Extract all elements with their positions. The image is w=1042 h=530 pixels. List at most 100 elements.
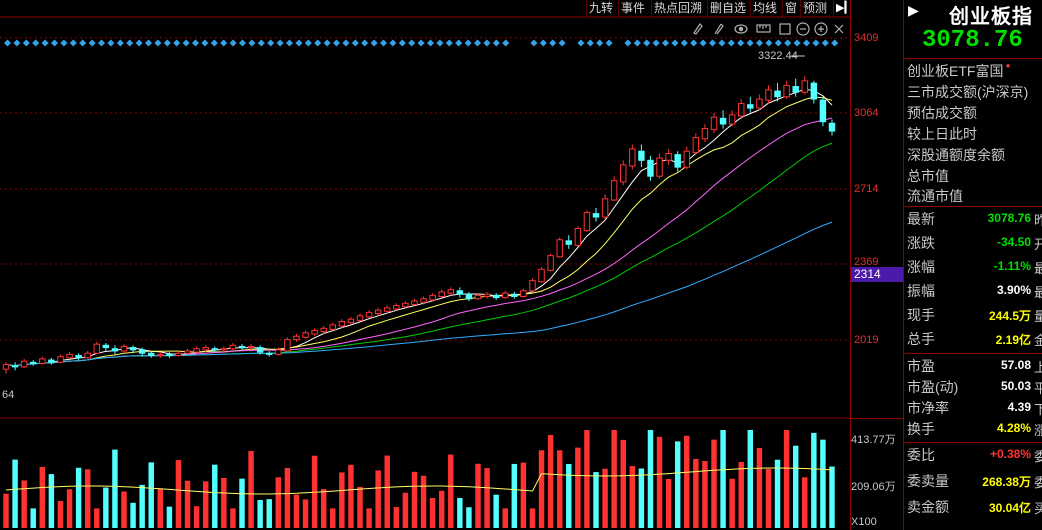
candle-body <box>728 114 736 125</box>
quote-2-value: -1.11% <box>993 259 1031 273</box>
volume-bar <box>611 430 617 528</box>
event-marker <box>492 39 500 47</box>
candle-body <box>447 289 454 294</box>
volume-bar <box>783 430 790 528</box>
event-marker <box>624 39 632 47</box>
candle-body <box>148 352 155 357</box>
info-turnover-three[interactable]: 三市成交额(沪深京) <box>907 82 1028 102</box>
event-marker <box>380 39 387 47</box>
volume-bar <box>94 508 100 528</box>
candle-body <box>166 353 173 357</box>
candle-body <box>138 349 146 354</box>
expand-arrow-icon[interactable]: ▶ <box>908 2 919 19</box>
event-marker <box>577 39 585 47</box>
candle-body <box>175 352 182 357</box>
candle-body <box>465 293 473 300</box>
candlestick-chart[interactable] <box>0 0 850 530</box>
volume-bar <box>212 464 218 528</box>
ratio-0-suffix: 上 <box>1034 360 1042 375</box>
event-marker <box>455 39 463 47</box>
event-marker <box>182 39 190 47</box>
candle-body <box>456 290 464 295</box>
index-title: 创业板指 <box>949 6 1033 28</box>
high-annotation: 3322.44 <box>758 50 798 62</box>
candle-body <box>411 300 418 305</box>
event-marker <box>765 39 773 47</box>
volume-bar <box>620 439 626 528</box>
candle-body <box>429 294 436 301</box>
candle-body <box>674 154 681 168</box>
candle-body <box>511 293 518 298</box>
candle-body <box>610 180 618 201</box>
info-float-market-cap[interactable]: 流通市值 <box>907 186 963 206</box>
candle-body <box>420 298 427 303</box>
candle-body <box>275 349 282 355</box>
candle-body <box>719 117 727 125</box>
volume-bar <box>484 468 490 528</box>
event-marker <box>746 39 754 47</box>
price-label-1: 3409 <box>854 32 879 44</box>
volume-bar <box>39 466 46 528</box>
candle-body <box>202 347 209 351</box>
event-marker <box>69 39 77 47</box>
volume-bar <box>756 447 763 528</box>
candle-body <box>638 150 645 161</box>
chart-area[interactable]: 九转 事件 热点回溯 删自选 均线 窗 预测 ▶▎ 64 3322.44 <box>0 0 853 530</box>
volume-bar <box>811 432 817 528</box>
event-marker <box>709 39 716 47</box>
index-price: 3078.76 <box>922 27 1023 54</box>
candle-body <box>547 255 554 271</box>
info-total-market-cap[interactable]: 总市值 <box>907 166 949 186</box>
quote-0-suffix: 昨 <box>1034 213 1042 228</box>
event-marker <box>135 39 143 47</box>
volume-bar <box>103 487 109 528</box>
volume-bar <box>175 460 182 528</box>
volume-bar <box>139 484 145 528</box>
volume-bar <box>538 450 545 528</box>
event-marker <box>445 39 453 47</box>
info-shenzhen-connect-quota[interactable]: 深股通额度余额 <box>907 145 1005 165</box>
info-estimated-turnover[interactable]: 预估成交额 <box>907 103 977 123</box>
candle-body <box>384 307 391 312</box>
candle-body <box>229 344 237 350</box>
volume-bar <box>584 430 590 528</box>
event-marker <box>530 39 538 47</box>
volume-bar <box>602 468 608 528</box>
volume-bar <box>438 490 445 528</box>
order-2-suffix: 买 <box>1034 501 1042 516</box>
quote-5-label: 总手 <box>907 331 935 347</box>
volume-bar <box>665 478 672 528</box>
volume-bar <box>3 493 9 528</box>
ratio-2-suffix: 下 <box>1034 402 1042 417</box>
quote-1-suffix: 开 <box>1034 237 1042 252</box>
event-marker <box>314 39 322 47</box>
event-marker <box>690 39 698 47</box>
volume-bar <box>747 430 754 528</box>
candle-body <box>810 82 818 100</box>
ratio-2-label: 市净率 <box>907 400 949 416</box>
order-2-label: 卖金额 <box>907 499 949 515</box>
candle-body <box>284 339 291 352</box>
candle-body <box>738 103 745 117</box>
candle-body <box>57 356 64 363</box>
candle-body <box>756 98 763 109</box>
event-marker <box>173 39 181 47</box>
volume-bar <box>738 461 744 528</box>
info-vs-yesterday[interactable]: 较上日此时 <box>907 124 977 144</box>
event-marker <box>812 39 820 47</box>
volume-bar <box>320 489 327 528</box>
quote-4-value: 244.5万 <box>988 309 1031 323</box>
candle-body <box>365 311 373 318</box>
candle-body <box>157 353 164 357</box>
volume-bar <box>475 463 481 528</box>
candle-body <box>338 320 346 327</box>
current-price-tag: 2314 <box>851 267 903 282</box>
candle-body <box>710 116 718 131</box>
volume-bar <box>130 502 136 528</box>
event-marker <box>257 39 265 47</box>
candle-body <box>193 348 200 353</box>
volume-bar <box>302 499 309 528</box>
etf-link[interactable]: 创业板ETF富国 ● <box>907 61 1011 81</box>
ratio-3-value: 4.28% <box>996 421 1031 435</box>
event-marker <box>88 39 96 47</box>
